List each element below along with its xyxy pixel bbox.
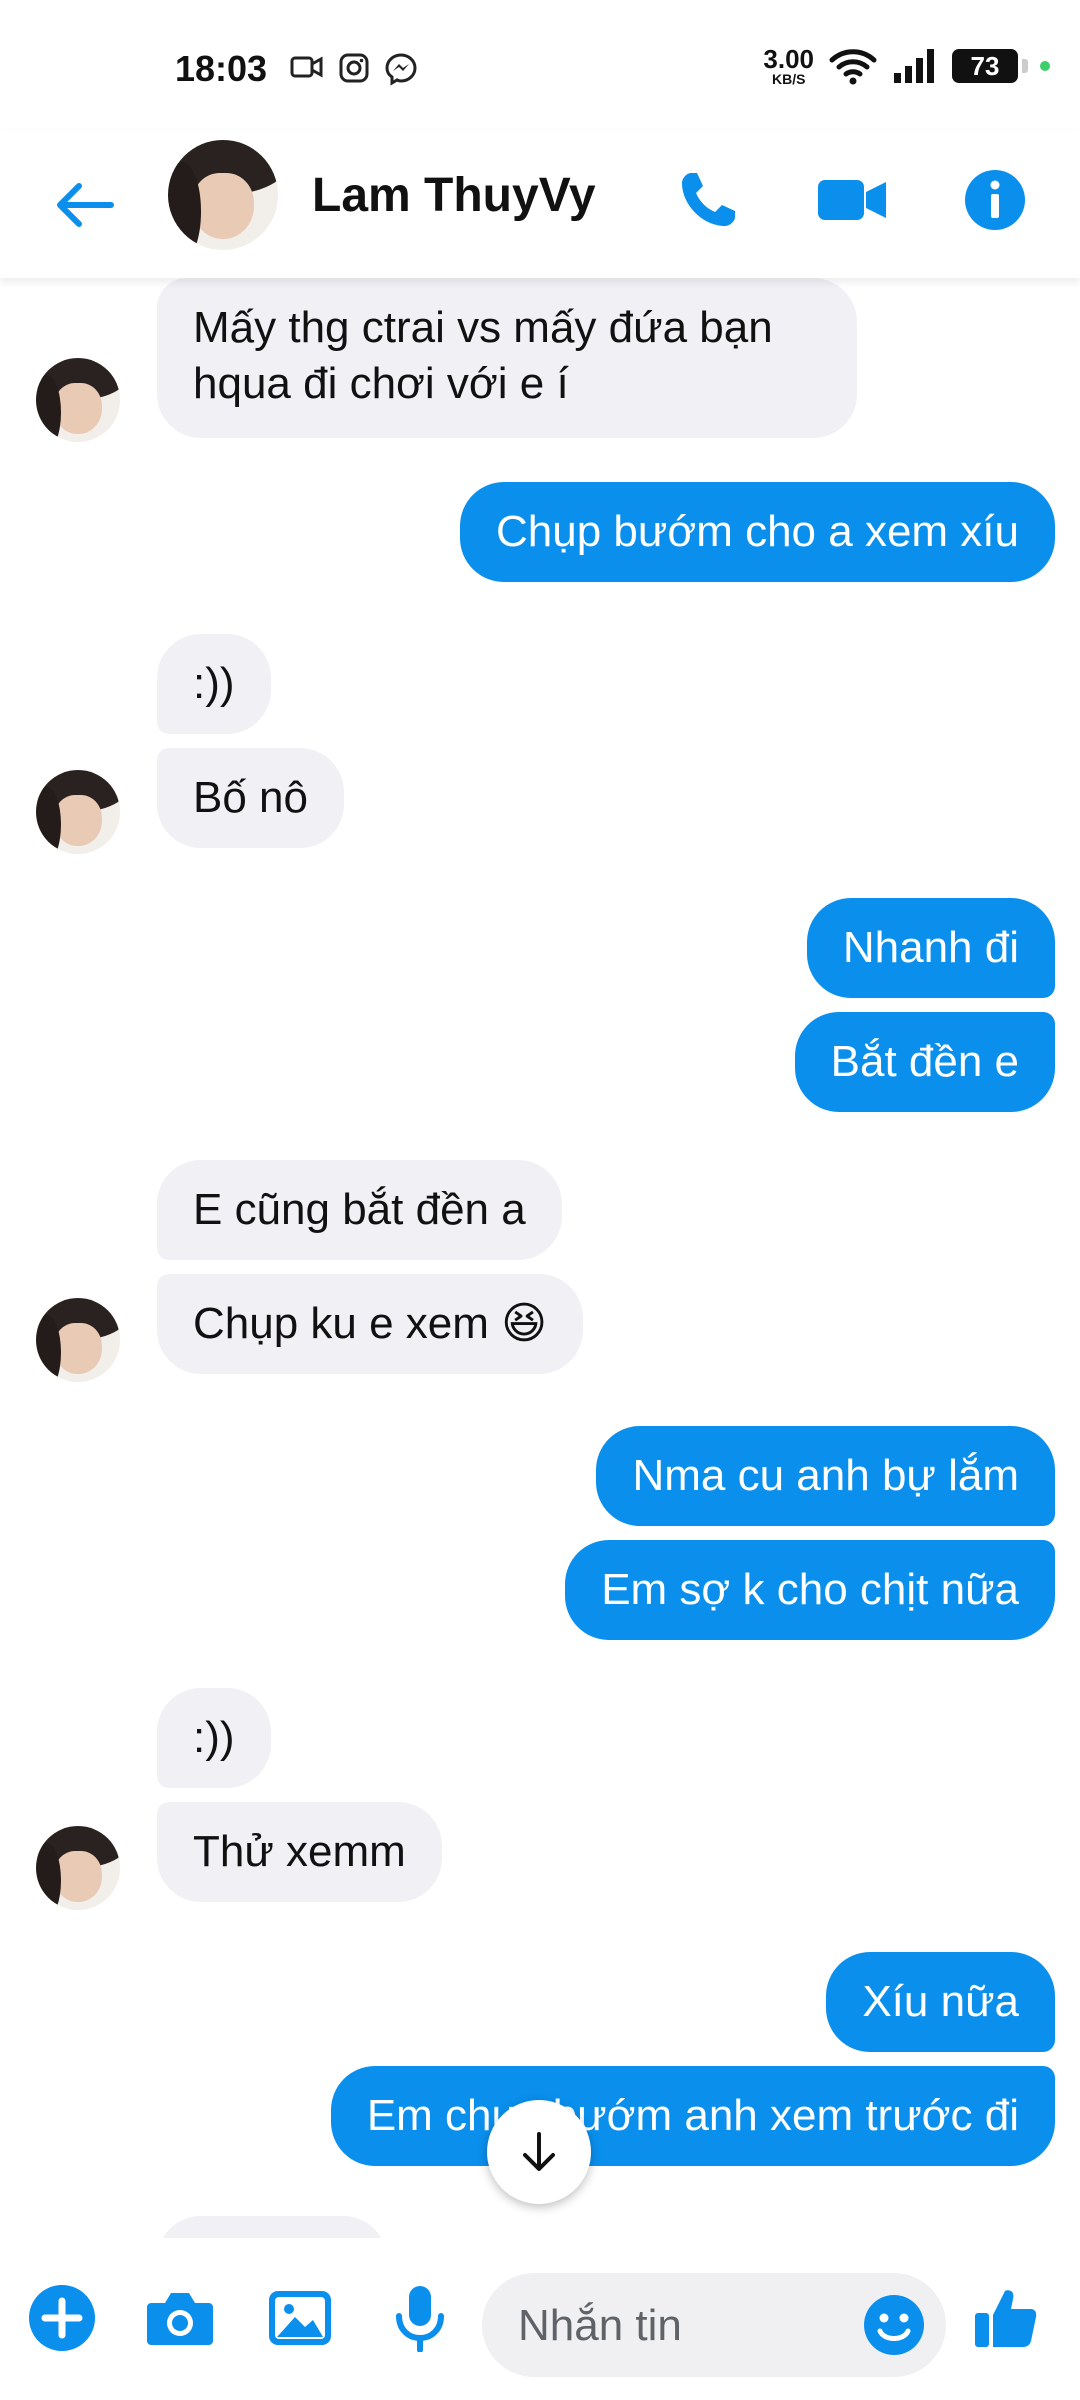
status-bar: 18:03 3.00 KB/S 73 [0, 0, 1080, 130]
network-speed-value: 3.00 [763, 44, 814, 74]
outgoing-message[interactable]: Em chụp bướm anh xem trước đi [330, 2066, 1055, 2166]
outgoing-message[interactable]: Bắt đền e [794, 1012, 1055, 1112]
scroll-to-bottom-button[interactable] [487, 2100, 591, 2204]
voice-message-button[interactable] [380, 2278, 460, 2358]
video-camera-status-icon [290, 56, 323, 78]
contact-avatar[interactable] [168, 140, 278, 250]
emoji-button[interactable] [862, 2293, 926, 2357]
sender-avatar[interactable] [36, 1298, 120, 1382]
info-button[interactable] [955, 160, 1035, 240]
wifi-icon [829, 49, 877, 85]
voice-call-button[interactable] [668, 160, 748, 240]
status-app-icons [290, 52, 418, 86]
back-button[interactable] [50, 170, 120, 240]
message-composer[interactable] [482, 2273, 946, 2377]
network-speed-unit: KB/S [771, 71, 806, 87]
outgoing-message[interactable]: Xíu nữa [826, 1952, 1055, 2052]
network-speed: 3.00 KB/S [763, 46, 814, 86]
message-text-line: Mấy thg ctrai vs mấy đứa bạn [193, 303, 773, 352]
arrow-down-icon [523, 2132, 555, 2171]
emoji-smile-icon [864, 2295, 924, 2355]
plus-circle-icon [29, 2285, 95, 2351]
signal-icon [894, 49, 934, 83]
thumbs-up-icon [975, 2290, 1037, 2347]
gallery-button[interactable] [260, 2278, 340, 2358]
chat-header: Lam ThuyVy [0, 130, 1080, 278]
incoming-message[interactable]: Mấy thg ctrai vs mấy đứa bạn hqua đi chơ… [157, 278, 857, 438]
outgoing-message[interactable]: Chụp bướm cho a xem xíu [460, 482, 1055, 582]
sender-avatar[interactable] [36, 358, 120, 442]
privacy-dot [1040, 61, 1050, 71]
like-button[interactable] [966, 2278, 1046, 2358]
microphone-icon [396, 2286, 444, 2352]
incoming-message[interactable]: :)) [157, 634, 271, 734]
status-right: 3.00 KB/S 73 [763, 46, 1050, 86]
back-arrow-icon [57, 183, 114, 227]
message-input[interactable] [516, 2291, 850, 2361]
instagram-status-icon [339, 53, 369, 83]
video-call-button[interactable] [812, 160, 892, 240]
sender-avatar[interactable] [36, 1826, 120, 1910]
composer-bar [0, 2238, 1080, 2400]
video-camera-icon [818, 180, 886, 220]
sender-avatar[interactable] [36, 770, 120, 854]
message-text-line: hqua đi chơi với e í [193, 359, 569, 408]
info-icon [965, 170, 1025, 230]
outgoing-message[interactable]: Nma cu anh bự lắm [596, 1426, 1055, 1526]
incoming-message[interactable]: Thử xemm [157, 1802, 442, 1902]
more-actions-button[interactable] [22, 2278, 102, 2358]
incoming-message-partial[interactable] [157, 2216, 387, 2238]
messenger-status-icon [385, 53, 417, 86]
camera-button[interactable] [140, 2278, 220, 2358]
camera-icon [147, 2293, 213, 2345]
battery-indicator: 73 [952, 49, 1028, 83]
incoming-message[interactable]: E cũng bắt đền a [157, 1160, 562, 1260]
incoming-message[interactable]: :)) [157, 1688, 271, 1788]
incoming-message[interactable]: Bố nô [157, 748, 344, 848]
status-time: 18:03 [175, 48, 268, 89]
image-icon [269, 2291, 331, 2345]
incoming-message[interactable]: Chụp ku e xem 😆 [157, 1274, 584, 1374]
outgoing-message[interactable]: Em sợ k cho chịt nữa [565, 1540, 1055, 1640]
contact-name[interactable]: Lam ThuyVy [312, 168, 596, 223]
outgoing-message[interactable]: Nhanh đi [806, 898, 1055, 998]
phone-icon [682, 173, 735, 226]
message-list[interactable]: Mấy thg ctrai vs mấy đứa bạn hqua đi chơ… [0, 278, 1080, 2238]
